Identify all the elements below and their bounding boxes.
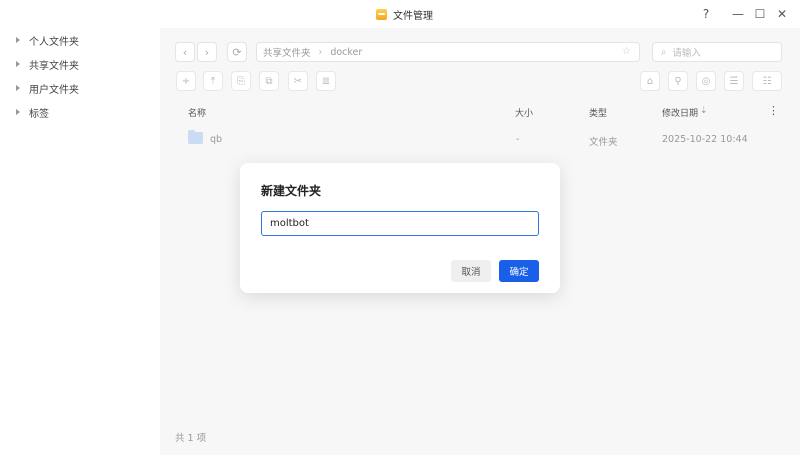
copy-button[interactable]: ⎘	[231, 71, 251, 91]
sidebar-item-label: 用户文件夹	[29, 84, 79, 96]
sidebar-item-shared[interactable]: 共享文件夹	[16, 56, 79, 72]
sidebar-item-label: 标签	[29, 108, 49, 120]
expand-triangle-icon[interactable]	[16, 37, 20, 43]
sidebar: 个人文件夹 共享文件夹 用户文件夹 标签	[0, 28, 158, 455]
settings-icon[interactable]: ◎	[696, 71, 716, 91]
column-header-size[interactable]: 大小	[515, 106, 533, 119]
sidebar-item-label: 共享文件夹	[29, 60, 79, 72]
confirm-button[interactable]: 确定	[499, 260, 539, 282]
help-icon[interactable]: ?	[697, 5, 715, 23]
sidebar-item-users[interactable]: 用户文件夹	[16, 80, 79, 96]
paste-button[interactable]: ⧉	[259, 71, 279, 91]
expand-triangle-icon[interactable]	[16, 85, 20, 91]
minimize-icon[interactable]: —	[729, 5, 747, 23]
cut-button[interactable]: ✂	[288, 71, 308, 91]
folder-name-input[interactable]	[261, 211, 539, 236]
rename-button[interactable]: ≣	[316, 71, 336, 91]
new-folder-dialog: 新建文件夹 取消 确定	[240, 163, 560, 293]
sort-icon[interactable]: ☰	[724, 71, 744, 91]
search-box[interactable]: ⌕ 请输入	[652, 42, 782, 62]
window-title: 文件管理	[393, 11, 433, 22]
column-header-name[interactable]: 名称	[188, 106, 206, 119]
dialog-title: 新建文件夹	[261, 184, 322, 198]
breadcrumb-separator-icon: ›	[318, 46, 323, 58]
more-options-icon[interactable]: ⋮	[768, 104, 779, 117]
forward-button[interactable]: ›	[197, 42, 217, 62]
cancel-button[interactable]: 取消	[451, 260, 491, 282]
sidebar-item-tags[interactable]: 标签	[16, 104, 49, 120]
breadcrumb-item[interactable]: 共享文件夹	[263, 45, 311, 59]
expand-triangle-icon[interactable]	[16, 109, 20, 115]
sort-desc-icon[interactable]: ⇣	[700, 106, 708, 116]
breadcrumb[interactable]: 共享文件夹 › docker ☆	[256, 42, 640, 62]
column-header-modified[interactable]: 修改日期	[662, 106, 698, 119]
link-icon[interactable]: ⚲	[668, 71, 688, 91]
upload-button[interactable]: ⤒	[203, 71, 223, 91]
column-header-type[interactable]: 类型	[589, 106, 607, 119]
folder-icon	[188, 130, 203, 144]
file-manager-app-icon	[376, 9, 387, 20]
maximize-icon[interactable]: ☐	[751, 5, 769, 23]
refresh-button[interactable]: ⟳	[227, 42, 247, 62]
breadcrumb-item[interactable]: docker	[330, 47, 362, 58]
file-modified: 2025-10-22 10:44	[662, 134, 748, 145]
search-placeholder[interactable]: 请输入	[672, 45, 701, 59]
file-type: 文件夹	[589, 137, 618, 148]
sidebar-item-personal[interactable]: 个人文件夹	[16, 32, 79, 48]
file-name[interactable]: qb	[210, 134, 222, 145]
view-mode-icon[interactable]: ☷	[752, 71, 782, 91]
close-icon[interactable]: ✕	[773, 5, 791, 23]
back-button[interactable]: ‹	[175, 42, 195, 62]
search-icon: ⌕	[661, 46, 667, 58]
expand-triangle-icon[interactable]	[16, 61, 20, 67]
new-item-button[interactable]: +	[176, 71, 196, 91]
home-icon[interactable]: ⌂	[640, 71, 660, 91]
item-count: 共 1 项	[175, 433, 207, 444]
star-icon[interactable]: ☆	[622, 46, 631, 57]
window-title-group: 文件管理	[376, 7, 433, 22]
sidebar-item-label: 个人文件夹	[29, 36, 79, 48]
title-bar: 文件管理 ? — ☐ ✕	[0, 0, 800, 28]
file-size: -	[516, 134, 520, 145]
